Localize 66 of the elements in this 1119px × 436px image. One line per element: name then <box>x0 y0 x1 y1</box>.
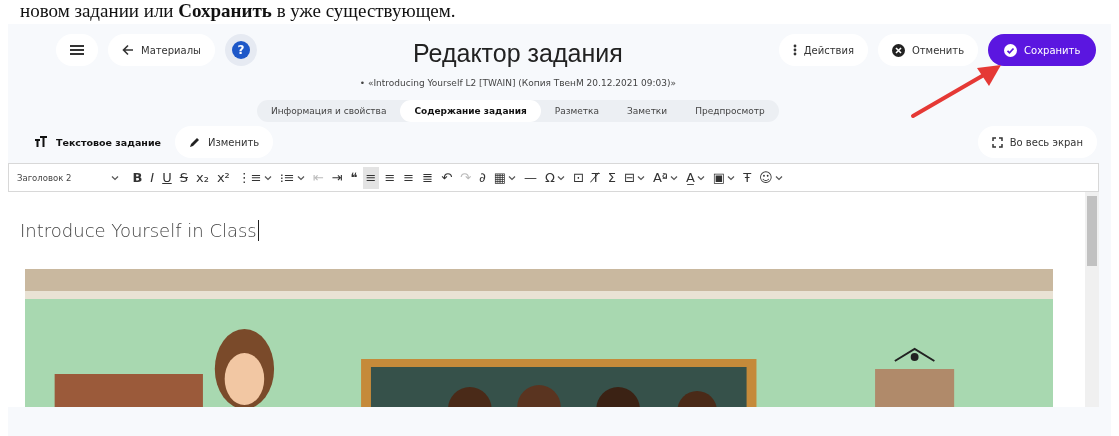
caret-icon <box>556 174 565 181</box>
tab[interactable]: Разметка <box>540 100 613 122</box>
actions-button[interactable]: Действия <box>778 34 868 66</box>
pencil-icon <box>189 136 201 148</box>
caret-icon <box>263 174 272 181</box>
toolbar-button[interactable]: I <box>147 166 158 189</box>
text-type-icon <box>34 136 48 148</box>
fullscreen-icon <box>991 136 1003 148</box>
menu-button[interactable] <box>56 34 98 66</box>
toolbar-button[interactable]: Ω <box>542 166 568 189</box>
scrollbar-thumb[interactable] <box>1087 196 1097 266</box>
toolbar-button[interactable]: ▣ <box>709 166 739 189</box>
toolbar-button[interactable]: ↶ <box>438 166 456 189</box>
toolbar-button[interactable]: ⊡ <box>569 166 587 189</box>
toolbar-button[interactable]: ⇥ <box>328 166 346 189</box>
toolbar-button[interactable]: — <box>521 166 540 189</box>
toolbar-button[interactable]: ▦ <box>490 166 519 189</box>
help-button[interactable]: ? <box>225 34 257 66</box>
tab[interactable]: Информация и свойства <box>257 100 401 122</box>
toolbar-button[interactable]: ≡ <box>362 166 380 189</box>
toolbar-button[interactable]: x² <box>213 166 233 189</box>
toolbar-button[interactable]: ☺ <box>756 166 786 189</box>
caret-icon <box>296 174 305 181</box>
caret-icon <box>636 174 645 181</box>
toolbar-button[interactable]: ≡ <box>400 166 418 189</box>
check-icon <box>1004 43 1018 57</box>
toolbar-button[interactable]: T̸ <box>588 166 603 189</box>
close-icon <box>891 43 905 57</box>
content-heading: Introduce Yourself in Class <box>20 220 259 241</box>
caret-icon <box>669 174 678 181</box>
tab[interactable]: Содержание задания <box>400 100 541 122</box>
tab[interactable]: Заметки <box>613 100 682 122</box>
toolbar-button[interactable]: S <box>176 166 191 189</box>
toolbar-button[interactable]: ⁝≡ <box>276 166 308 189</box>
cancel-button[interactable]: Отменить <box>877 34 979 66</box>
toolbar-button[interactable]: ⋮≡ <box>234 166 275 189</box>
edit-button[interactable]: Изменить <box>175 126 274 158</box>
toolbar-button[interactable]: ∂ <box>475 166 489 189</box>
toolbar-button[interactable]: B <box>129 166 146 189</box>
heading-select[interactable]: Заголовок 2 <box>15 166 128 189</box>
toolbar-button[interactable]: A̲ <box>682 166 708 189</box>
document-text: новом задании или Сохранить в уже существующем. <box>19 0 457 22</box>
fullscreen-button[interactable]: Во весь экран <box>977 126 1097 158</box>
back-arrow-icon <box>122 44 134 56</box>
caret-icon <box>508 174 516 181</box>
task-type-label: Текстовое задание <box>56 136 161 148</box>
task-subtitle: • «Introducing Yourself L2 [TWAIN] (Копия ТвенМ 20.12.2021 09:03)» <box>359 78 676 88</box>
toolbar-button[interactable]: ≡ <box>381 166 399 189</box>
toolbar-button[interactable]: Σ <box>604 166 619 189</box>
toolbar-button[interactable]: Aª <box>649 166 681 189</box>
toolbar-button[interactable]: ≣ <box>419 166 437 189</box>
save-button[interactable]: Сохранить <box>988 34 1097 66</box>
toolbar-button[interactable]: U <box>159 166 175 189</box>
caret-icon <box>696 174 705 181</box>
toolbar-button[interactable]: x₂ <box>192 166 212 189</box>
toolbar-button[interactable]: ⊟ <box>621 166 648 189</box>
toolbar-button[interactable]: ❝ <box>347 166 361 189</box>
back-button[interactable]: Материалы <box>108 34 215 66</box>
caret-icon <box>111 174 120 181</box>
caret-icon <box>727 174 736 181</box>
menu-icon <box>70 44 84 56</box>
page-title: Редактор задания <box>413 38 623 68</box>
toolbar-button[interactable]: Ŧ <box>740 166 755 189</box>
more-icon <box>792 44 797 56</box>
caret-icon <box>774 174 783 181</box>
tab[interactable]: Предпросмотр <box>681 100 779 122</box>
